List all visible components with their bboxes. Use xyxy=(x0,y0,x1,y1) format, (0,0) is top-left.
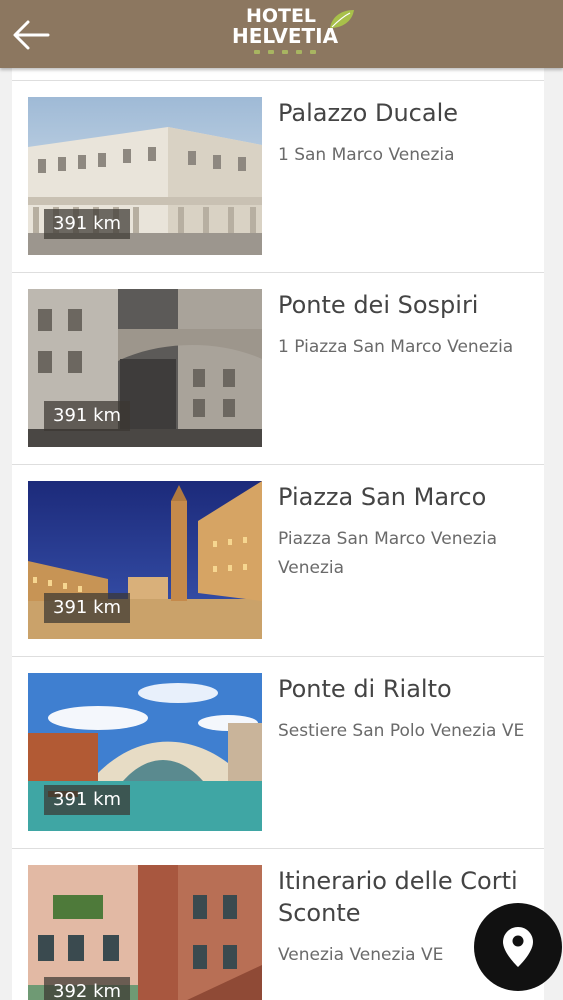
back-button[interactable] xyxy=(8,12,54,58)
place-address: Piazza San Marco Venezia Venezia xyxy=(278,529,497,578)
place-photo: 391 km xyxy=(28,289,262,447)
map-pin-icon xyxy=(503,927,533,967)
leaf-icon xyxy=(330,10,354,28)
distance-badge: 391 km xyxy=(44,209,131,239)
list-item[interactable]: 392 km Itinerario delle Corti Sconte Ven… xyxy=(12,848,544,1000)
map-button[interactable] xyxy=(474,903,562,991)
place-photo: 391 km xyxy=(28,97,262,255)
place-name: Ponte di Rialto xyxy=(278,675,452,703)
place-name: Palazzo Ducale xyxy=(278,99,459,127)
logo-dots xyxy=(200,50,370,54)
list-item[interactable]: 391 km Ponte di Rialto Sestiere San Polo… xyxy=(12,656,544,849)
place-name: Ponte dei Sospiri xyxy=(278,291,479,319)
list-item[interactable]: 391 km Palazzo Ducale 1 San Marco Venezi… xyxy=(12,80,544,273)
list-item[interactable]: 391 km Piazza San Marco Piazza San Marco… xyxy=(12,464,544,657)
app-header: HOTEL HELVETIA xyxy=(0,0,563,68)
place-address: Sestiere San Polo Venezia VE xyxy=(278,721,525,741)
places-list[interactable]: 391 km Palazzo Ducale 1 San Marco Venezi… xyxy=(12,68,544,1000)
distance-badge: 392 km xyxy=(44,977,131,1000)
place-address: 1 San Marco Venezia xyxy=(278,145,455,165)
place-photo: 391 km xyxy=(28,673,262,831)
list-item[interactable]: 391 km Ponte dei Sospiri 1 Piazza San Ma… xyxy=(12,272,544,465)
place-address: 1 Piazza San Marco Venezia xyxy=(278,337,514,357)
place-name: Piazza San Marco xyxy=(278,483,487,511)
distance-badge: 391 km xyxy=(44,401,131,431)
arrow-left-icon xyxy=(13,20,50,50)
distance-badge: 391 km xyxy=(44,785,131,815)
hotel-logo: HOTEL HELVETIA xyxy=(200,6,370,66)
distance-badge: 391 km xyxy=(44,593,131,623)
place-photo: 391 km xyxy=(28,481,262,639)
place-photo: 392 km xyxy=(28,865,262,1000)
